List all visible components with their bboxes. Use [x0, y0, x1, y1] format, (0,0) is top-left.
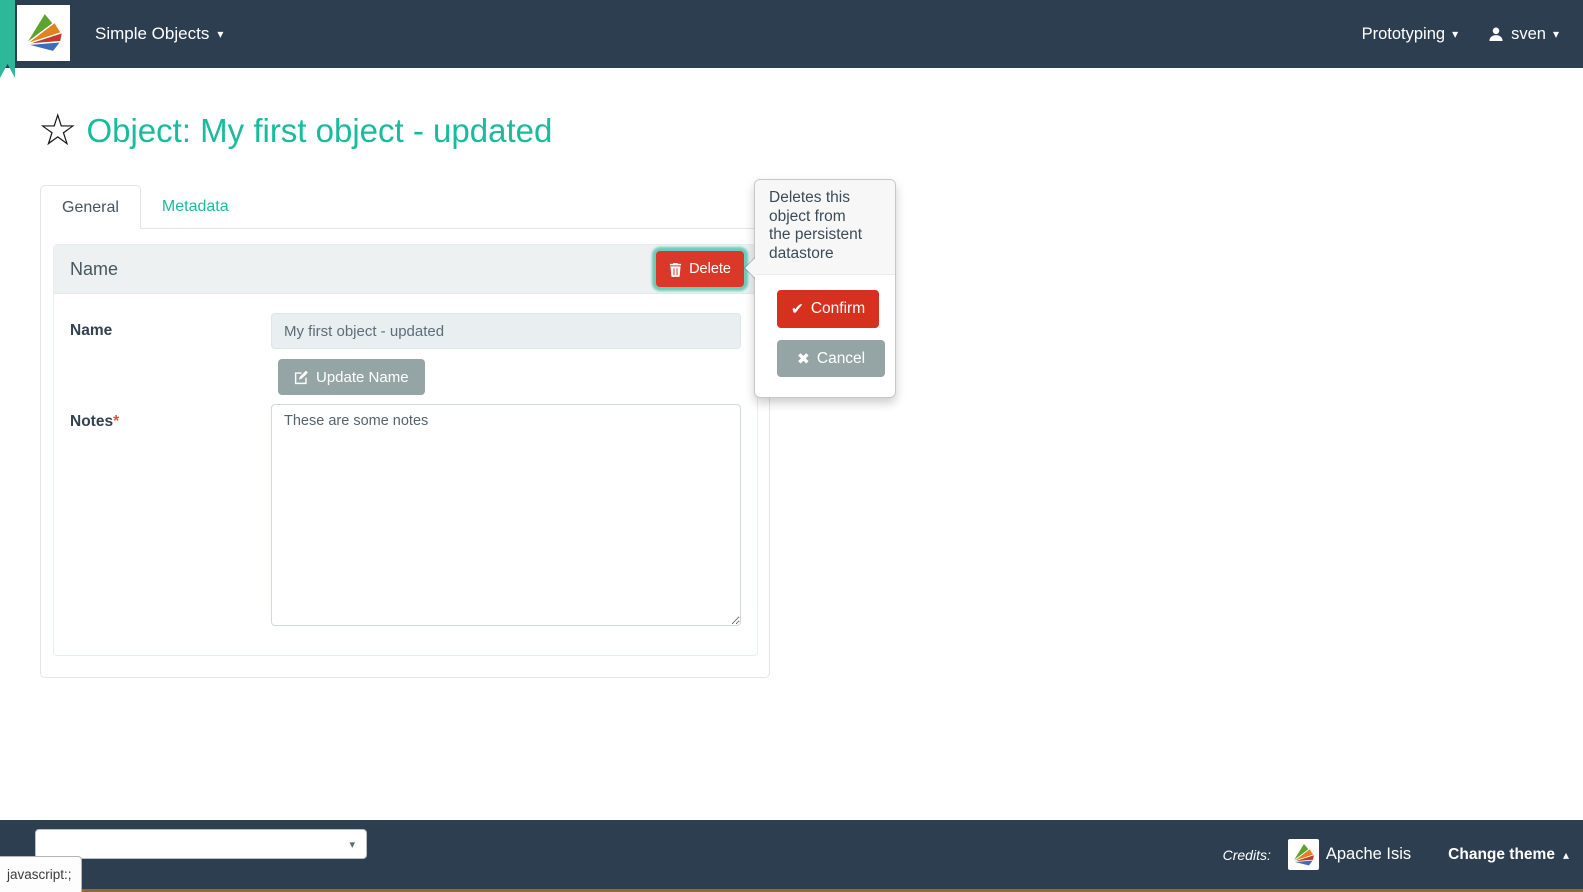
star-icon: ☆ [38, 109, 77, 153]
page-title-row: ☆ Object: My first object - updated [38, 109, 552, 153]
notes-field-row: Notes* These are some notes [70, 404, 741, 631]
apache-isis-logo [1288, 839, 1319, 870]
notes-field-label: Notes* [70, 404, 271, 631]
cancel-button-label: Cancel [817, 350, 865, 368]
popover-arrow-fill [745, 258, 755, 278]
notes-field-col: These are some notes [271, 404, 741, 631]
footer-bar: ▾ Credits: Apache Isis Change theme ▴ [0, 820, 1583, 892]
popover-description: Deletes this object from the persistent … [755, 180, 895, 275]
notes-label-text: Notes [70, 413, 113, 430]
app-logo[interactable] [17, 5, 70, 61]
credits-label: Credits: [1223, 847, 1271, 863]
popover-body: ✔ Confirm ✖ Cancel [755, 275, 895, 397]
top-navbar: Simple Objects ▾ Prototyping ▾ sven ▾ [0, 0, 1583, 68]
user-name-label: sven [1511, 25, 1546, 44]
tab-bar: General Metadata [40, 185, 250, 229]
panel-title: Name [70, 259, 118, 280]
notes-textarea[interactable]: These are some notes [271, 404, 741, 626]
menu-simple-objects[interactable]: Simple Objects ▾ [95, 0, 223, 68]
check-icon: ✔ [791, 300, 804, 318]
update-name-button[interactable]: Update Name [278, 359, 425, 395]
menu-user[interactable]: sven ▾ [1488, 25, 1559, 44]
name-panel: Name Delete Name [53, 244, 758, 656]
required-marker: * [113, 413, 119, 430]
change-theme-label: Change theme [1448, 846, 1555, 864]
isis-fan-logo-icon [21, 9, 67, 57]
isis-fan-logo-icon [1290, 841, 1317, 869]
credits-section: Credits: Apache Isis Change theme ▴ [1223, 820, 1569, 889]
name-input[interactable] [271, 313, 741, 349]
application-window: Simple Objects ▾ Prototyping ▾ sven ▾ ☆ … [0, 0, 1583, 892]
name-panel-body: Name Update Name [54, 294, 757, 631]
chevron-down-icon: ▾ [349, 839, 355, 850]
cancel-button[interactable]: ✖ Cancel [777, 340, 885, 377]
trash-icon [669, 262, 682, 277]
user-icon [1488, 26, 1504, 42]
chevron-up-icon: ▴ [1563, 849, 1569, 861]
cross-icon: ✖ [797, 350, 810, 368]
status-text: javascript:; [7, 867, 72, 882]
tab-metadata-label: Metadata [162, 198, 229, 216]
name-field-label: Name [70, 313, 271, 395]
delete-confirmation-popover: Deletes this object from the persistent … [754, 179, 896, 398]
chevron-down-icon: ▾ [1452, 28, 1458, 40]
confirm-button[interactable]: ✔ Confirm [777, 290, 879, 328]
page-title: Object: My first object - updated [86, 112, 552, 150]
brand-label: Simple Objects [95, 24, 209, 44]
change-theme-button[interactable]: Change theme ▴ [1448, 846, 1569, 864]
confirm-button-label: Confirm [811, 300, 865, 318]
apache-isis-link[interactable]: Apache Isis [1326, 845, 1411, 864]
tab-metadata[interactable]: Metadata [141, 185, 250, 229]
chevron-down-icon: ▾ [217, 28, 223, 40]
tab-general-label: General [62, 199, 119, 217]
tab-general[interactable]: General [40, 185, 141, 229]
name-panel-heading: Name Delete [54, 245, 757, 294]
delete-button[interactable]: Delete [656, 251, 744, 287]
edit-icon [294, 370, 309, 385]
name-field-col: Update Name [271, 313, 741, 395]
chevron-down-icon: ▾ [1553, 28, 1559, 40]
browser-status-tooltip: javascript:; [0, 856, 82, 892]
navbar-right: Prototyping ▾ sven ▾ [1362, 0, 1559, 68]
prototyping-label: Prototyping [1362, 25, 1445, 44]
menu-prototyping[interactable]: Prototyping ▾ [1362, 25, 1459, 44]
theme-select[interactable]: ▾ [35, 829, 367, 859]
update-name-label: Update Name [316, 369, 409, 386]
name-field-row: Name Update Name [70, 313, 741, 395]
tab-pane-general: Name Delete Name [40, 228, 770, 678]
delete-button-label: Delete [689, 261, 731, 277]
